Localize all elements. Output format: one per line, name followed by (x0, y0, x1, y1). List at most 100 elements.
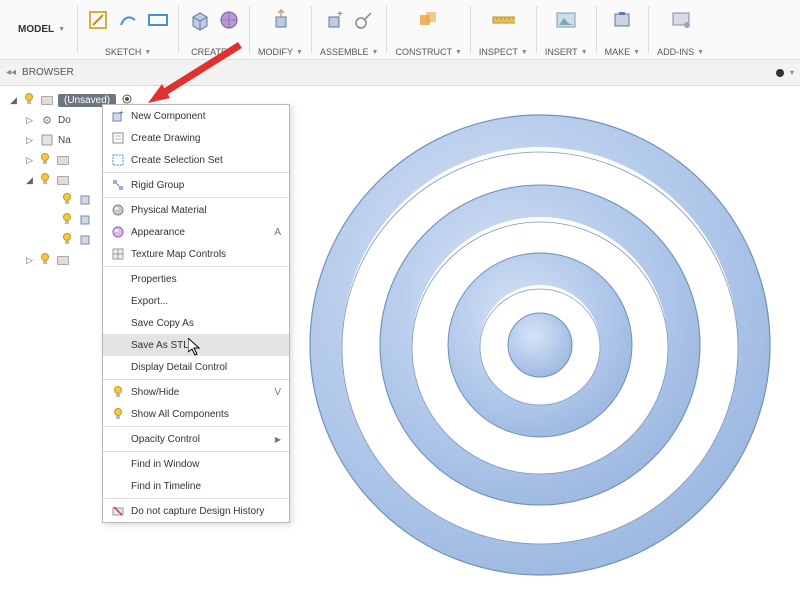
gear-icon: ⚙ (40, 114, 54, 127)
bulb-icon[interactable] (40, 253, 52, 268)
menu-separator (103, 379, 289, 380)
model-viewport[interactable] (280, 70, 800, 590)
menu-item-label: Physical Material (131, 205, 281, 216)
chevron-down-icon: ▼ (581, 49, 588, 56)
menu-shortcut: A (269, 227, 281, 238)
menu-shortcut: V (269, 387, 281, 398)
chevron-down-icon: ▼ (296, 49, 303, 56)
expand-icon[interactable]: ◢ (26, 175, 36, 186)
toolbar-group-label[interactable]: INSERT ▼ (545, 47, 588, 57)
toolbar-group-label[interactable]: MODIFY ▼ (258, 47, 303, 57)
menu-item-label: Save Copy As (131, 318, 281, 329)
bulb-icon[interactable] (24, 93, 36, 108)
context-menu: +New Component Create Drawing Create Selec… (102, 104, 290, 523)
folder-icon (56, 256, 70, 265)
menu-item[interactable]: AppearanceA (103, 221, 289, 243)
expand-icon[interactable]: ◢ (10, 95, 20, 106)
menu-item-label: Rigid Group (131, 180, 281, 191)
expand-icon[interactable]: ▷ (26, 155, 36, 166)
menu-item[interactable]: Find in Timeline (103, 475, 289, 497)
menu-item-label: Create Drawing (131, 133, 281, 144)
toolbar-separator (536, 6, 537, 53)
expand-icon[interactable]: ▷ (26, 135, 36, 146)
menu-separator (103, 266, 289, 267)
menu-item[interactable]: Display Detail Control (103, 356, 289, 378)
insert-decal-icon[interactable] (554, 8, 578, 32)
toolbar-separator (648, 6, 649, 53)
create-drawing-icon (111, 132, 125, 144)
chevron-down-icon: ▼ (697, 49, 704, 56)
toolbar-group-label[interactable]: MAKE ▼ (605, 47, 640, 57)
toolbar-separator (470, 6, 471, 53)
bulb-icon[interactable] (62, 233, 74, 248)
offset-plane-icon[interactable] (417, 8, 441, 32)
joint-icon[interactable] (352, 8, 376, 32)
toolbar-group-label[interactable]: ASSEMBLE ▼ (320, 47, 378, 57)
body-icon (78, 234, 92, 246)
views-icon (40, 134, 54, 146)
menu-separator (103, 197, 289, 198)
menu-item[interactable]: Show/Hide V (103, 381, 289, 403)
toolbar-group-modify: MODIFY ▼ (252, 0, 309, 59)
new-component-icon: + (111, 110, 125, 122)
menu-item[interactable]: Physical Material (103, 199, 289, 221)
menu-item-label: Export... (131, 296, 281, 307)
new-component-tb-icon[interactable]: + (322, 8, 346, 32)
selection-set-icon (111, 154, 125, 166)
chevron-down-icon: ▼ (372, 49, 379, 56)
bulb-icon[interactable] (40, 153, 52, 168)
menu-item[interactable]: Create Drawing (103, 127, 289, 149)
toolbar-separator (311, 6, 312, 53)
browser-title: BROWSER (22, 67, 74, 78)
menu-item[interactable]: Do not capture Design History (103, 500, 289, 522)
measure-icon[interactable] (491, 8, 515, 32)
menu-separator (103, 172, 289, 173)
chevron-down-icon: ▼ (455, 49, 462, 56)
spline-icon[interactable] (116, 8, 140, 32)
expand-icon[interactable]: ▷ (26, 115, 36, 126)
menu-item[interactable]: Show All Components (103, 403, 289, 425)
form-icon[interactable] (217, 8, 241, 32)
menu-item[interactable]: Export... (103, 290, 289, 312)
toolbar-group-label[interactable]: INSPECT ▼ (479, 47, 528, 57)
toolbar-group-inspect: INSPECT ▼ (473, 0, 534, 59)
tree-label: Do (58, 115, 71, 126)
menu-item[interactable]: Texture Map Controls (103, 243, 289, 265)
menu-item[interactable]: +New Component (103, 105, 289, 127)
menu-item-label: Do not capture Design History (131, 506, 281, 517)
menu-item[interactable]: Properties (103, 268, 289, 290)
appearance-icon (111, 226, 125, 238)
menu-item[interactable]: Rigid Group (103, 174, 289, 196)
physical-material-icon (111, 204, 125, 216)
svg-text:+: + (337, 9, 343, 20)
toolbar-group-label[interactable]: ADD-INS ▼ (657, 47, 704, 57)
workspace-switcher[interactable]: MODEL ▼ (8, 0, 75, 59)
menu-item-label: Find in Timeline (131, 481, 281, 492)
menu-item-label: Properties (131, 274, 281, 285)
toolbar-group-construct: CONSTRUCT ▼ (389, 0, 467, 59)
menu-separator (103, 451, 289, 452)
tree-label: Na (58, 135, 71, 146)
bulb-icon[interactable] (62, 193, 74, 208)
toolbar-group-assemble: + ASSEMBLE ▼ (314, 0, 384, 59)
print-3d-icon[interactable] (610, 8, 634, 32)
menu-item[interactable]: Create Selection Set (103, 149, 289, 171)
menu-item-label: Create Selection Set (131, 155, 281, 166)
collapse-panel-icon[interactable]: ◂◂ (6, 67, 16, 78)
create-sketch-icon[interactable] (86, 8, 110, 32)
bulb-icon[interactable] (62, 213, 74, 228)
addins-icon[interactable] (669, 8, 693, 32)
rectangle-icon[interactable] (146, 8, 170, 32)
toolbar-group-label[interactable]: CONSTRUCT ▼ (395, 47, 461, 57)
press-pull-icon[interactable] (269, 8, 293, 32)
menu-item[interactable]: Save Copy As (103, 312, 289, 334)
menu-item[interactable]: Opacity Control▶ (103, 428, 289, 450)
cursor-icon (188, 338, 202, 359)
bulb-icon (111, 408, 125, 420)
body-icon (78, 214, 92, 226)
bulb-icon[interactable] (40, 173, 52, 188)
expand-icon[interactable]: ▷ (26, 255, 36, 266)
menu-item-label: Show/Hide (131, 387, 263, 398)
box-icon[interactable] (187, 8, 211, 32)
menu-item[interactable]: Find in Window (103, 453, 289, 475)
